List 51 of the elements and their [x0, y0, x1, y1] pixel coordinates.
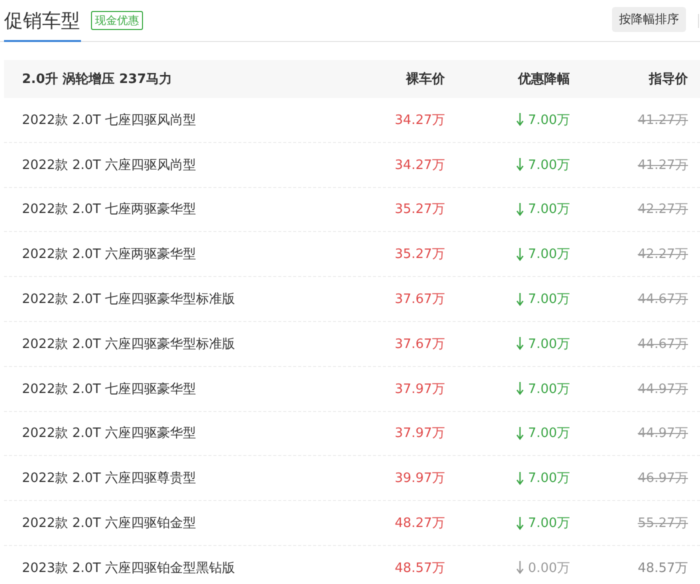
guide-price-cell-text: 41.27万	[638, 156, 688, 174]
discount-cell: 7.00万	[516, 424, 570, 442]
discount-cell: 0.00万	[516, 558, 570, 577]
guide-price-cell-text: 44.67万	[638, 336, 688, 353]
discount-cell: 7.00万	[516, 334, 570, 353]
model-name: 2022款 2.0T 六座四驱铂金型	[21, 515, 197, 532]
guide-price-cell-text: 46.97万	[638, 470, 688, 488]
discount-cell: 7.00万	[516, 156, 570, 174]
model-name: 2022款 2.0T 六座四驱豪华型	[21, 425, 197, 442]
guide-price-cell-text: 44.97万	[638, 425, 688, 442]
guide-price-cell-text: 41.27万	[638, 112, 688, 129]
column-header: 裸车价	[406, 70, 445, 88]
guide-price-cell-text: 44.67万	[638, 291, 688, 308]
discount-cell: 7.00万	[516, 469, 570, 488]
discount-cell: 7.00万	[516, 200, 570, 218]
column-header: 指导价	[649, 71, 688, 88]
guide-price-cell-text: 42.27万	[638, 201, 688, 218]
model-name: 2022款 2.0T 七座四驱豪华型标准版	[21, 291, 236, 308]
cash-discount-badge: 现金优惠	[91, 11, 143, 30]
model-name: 2023款 2.0T 六座四驱铂金型黑钻版	[21, 560, 236, 577]
guide-price-cell-text: 42.27万	[638, 246, 688, 264]
price-cell-text: 35.27万	[394, 246, 445, 264]
price-cell-text: 37.67万	[394, 336, 445, 353]
model-name: 2022款 2.0T 七座四驱风尚型	[21, 112, 197, 129]
model-name: 2022款 2.0T 六座两驱豪华型	[21, 246, 197, 264]
discount-cell: 7.00万	[516, 290, 570, 308]
column-header: 优惠降幅	[518, 71, 570, 88]
discount-cell: 7.00万	[516, 514, 570, 532]
price-cell-text: 35.27万	[394, 201, 445, 218]
model-name: 2022款 2.0T 七座四驱豪华型	[21, 380, 197, 398]
price-cell-text: 34.27万	[394, 156, 445, 174]
model-name: 2022款 2.0T 七座两驱豪华型	[21, 201, 197, 218]
discount-cell: 7.00万	[516, 245, 570, 264]
column-header: 2.0升 涡轮增压 237马力	[21, 71, 174, 88]
model-name: 2022款 2.0T 六座四驱尊贵型	[21, 470, 197, 488]
model-name: 2022款 2.0T 六座四驱豪华型标准版	[21, 336, 236, 353]
price-cell-text: 48.57万	[394, 560, 445, 577]
price-cell-text: 39.97万	[394, 470, 445, 488]
guide-price-cell-text: 44.97万	[638, 380, 688, 398]
price-cell-text: 34.27万	[394, 112, 445, 129]
price-cell-text: 48.27万	[394, 515, 445, 532]
section-title[interactable]: 促销车型	[4, 0, 81, 42]
sort-button[interactable]: 按降幅排序	[612, 7, 686, 32]
guide-price-cell-text: 48.57万	[638, 560, 688, 577]
price-cell-text: 37.67万	[394, 291, 445, 308]
model-name: 2022款 2.0T 六座四驱风尚型	[21, 156, 197, 174]
price-cell-text: 37.97万	[394, 380, 445, 398]
guide-price-cell-text: 55.27万	[638, 515, 688, 532]
discount-cell: 7.00万	[516, 380, 570, 398]
discount-cell: 7.00万	[516, 110, 570, 129]
price-cell-text: 37.97万	[394, 425, 445, 442]
